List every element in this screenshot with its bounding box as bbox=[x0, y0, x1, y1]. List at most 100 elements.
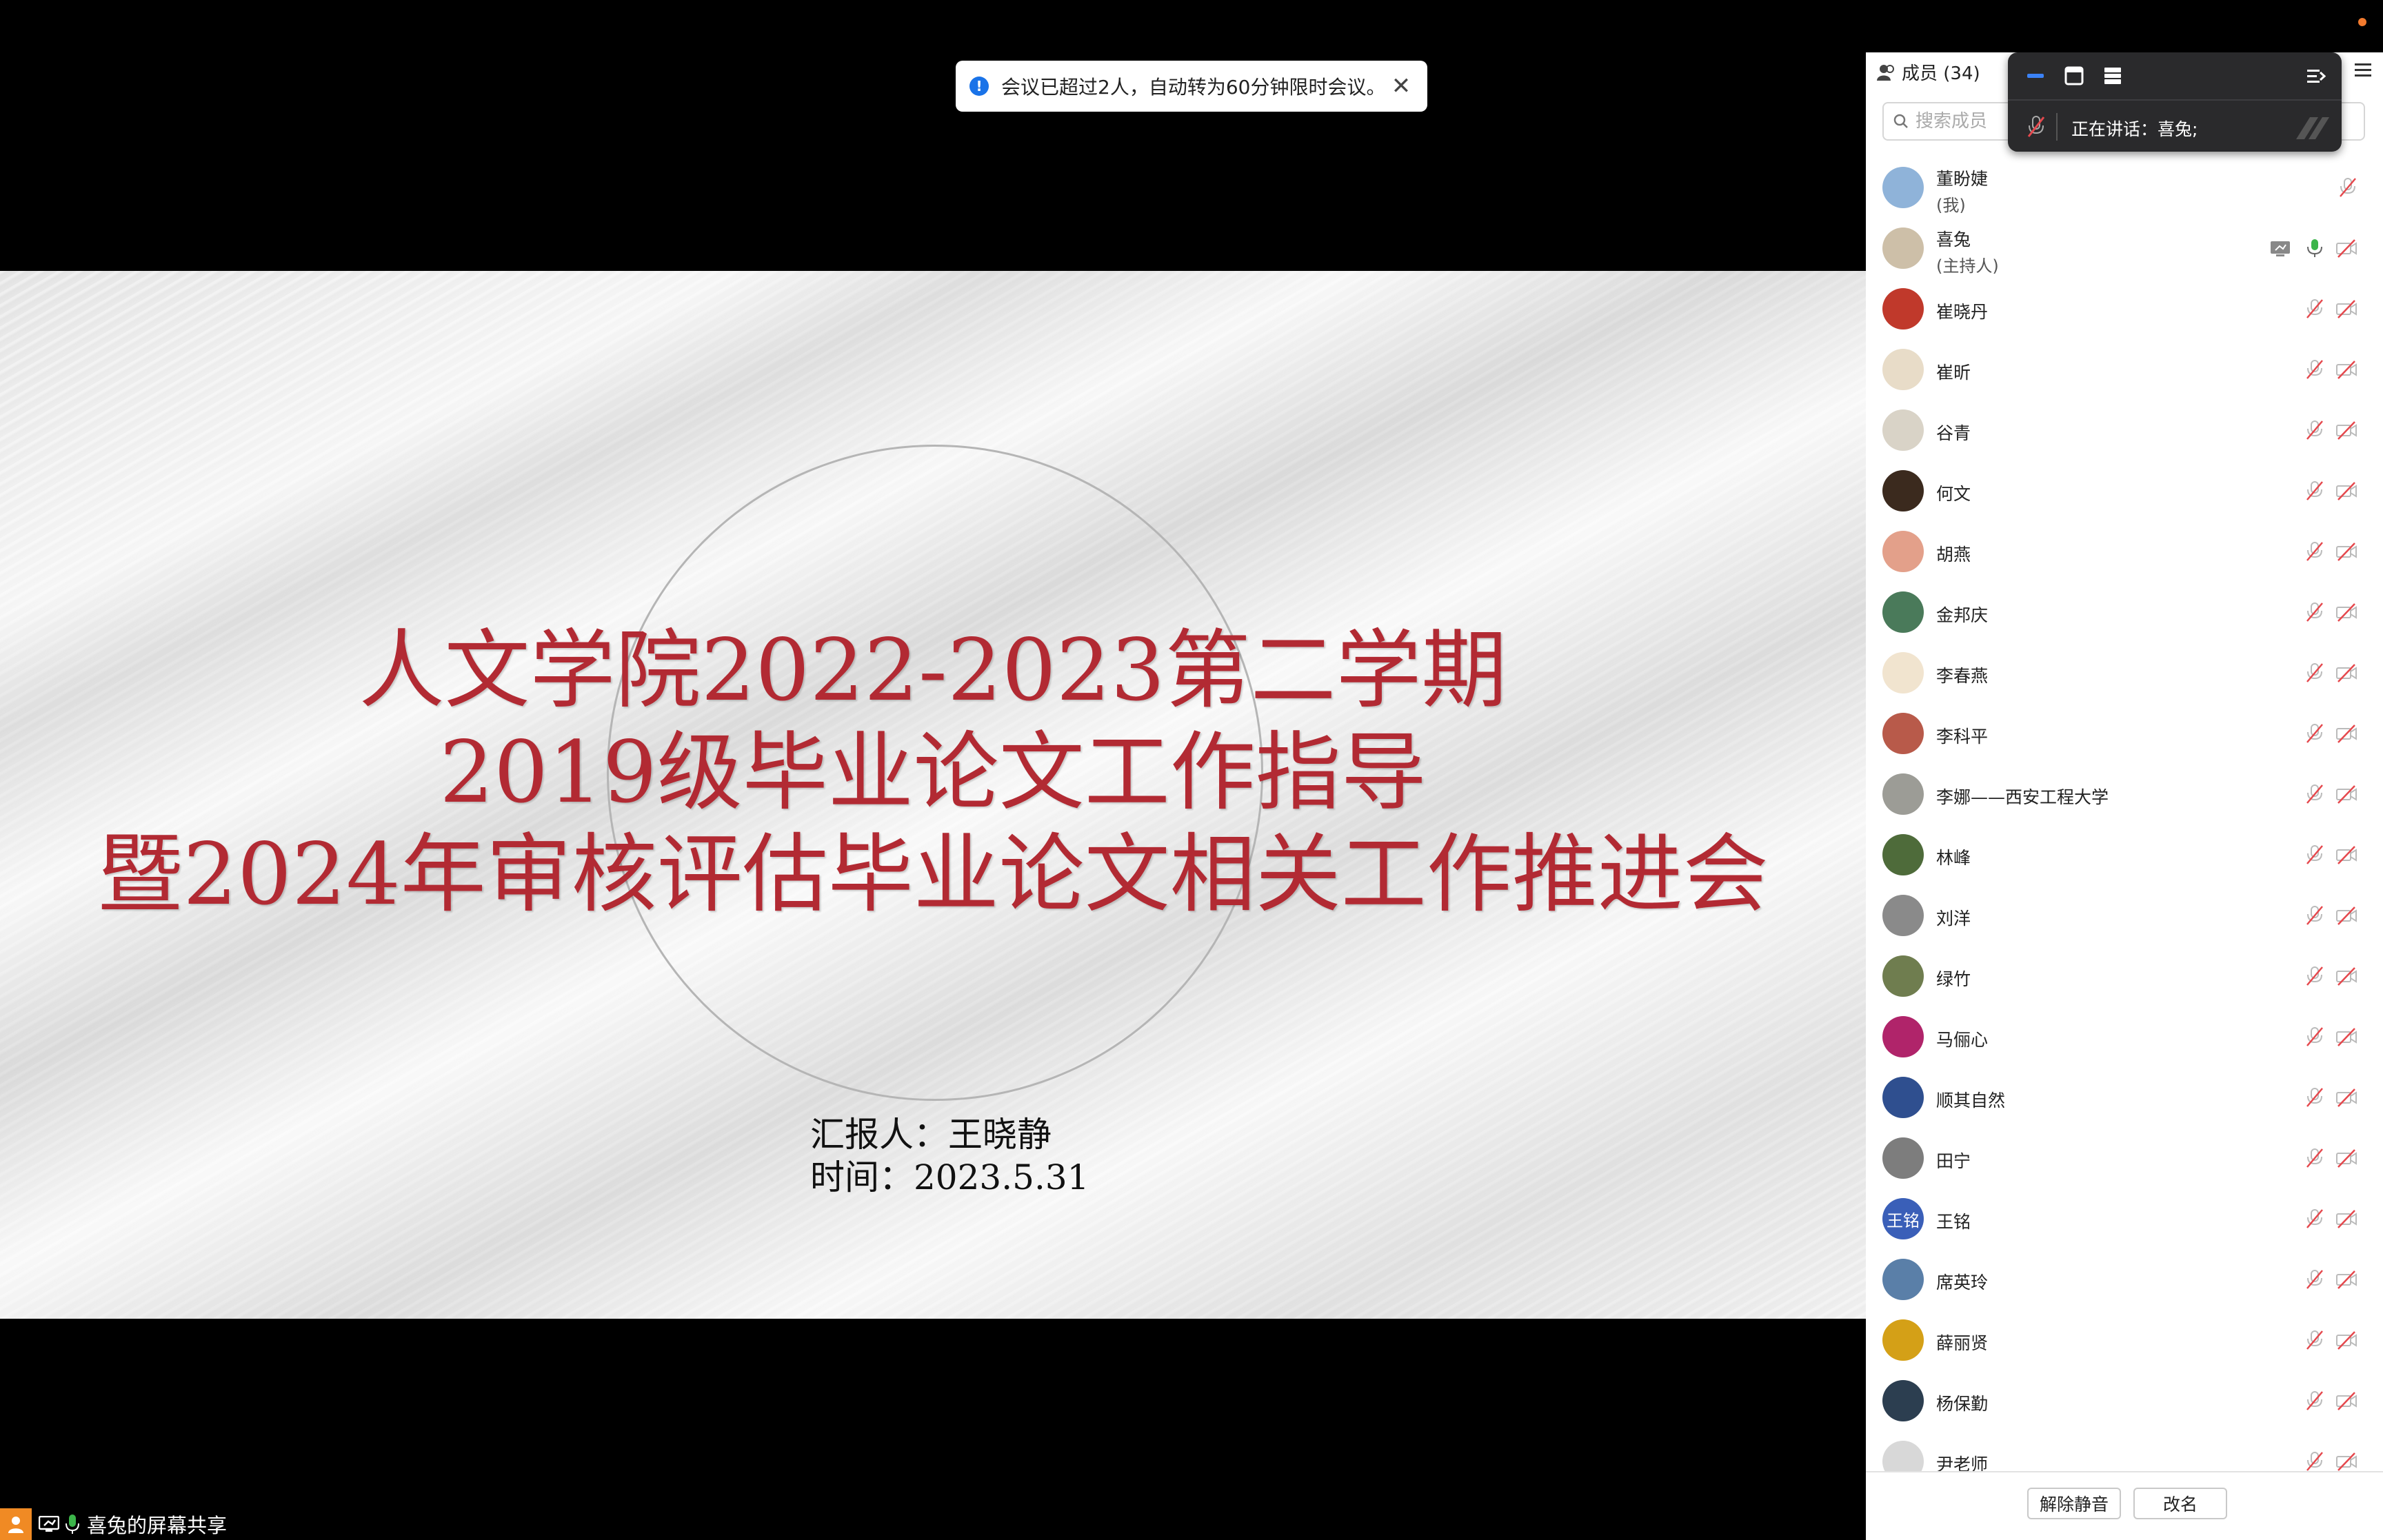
member-row[interactable]: 崔晓丹 bbox=[1866, 278, 2383, 339]
member-name: 董盼婕 bbox=[1936, 169, 1989, 189]
window-view-icon[interactable] bbox=[2060, 62, 2088, 90]
more-icon[interactable] bbox=[2291, 112, 2332, 142]
member-row[interactable]: 胡燕 bbox=[1866, 521, 2383, 582]
camera-off-icon[interactable] bbox=[2335, 722, 2358, 745]
camera-off-icon[interactable] bbox=[2335, 904, 2358, 927]
camera-off-icon[interactable] bbox=[2335, 964, 2358, 988]
mic-muted-icon[interactable] bbox=[2303, 1207, 2326, 1230]
collapse-panel-icon[interactable] bbox=[2302, 62, 2329, 90]
member-name: 金邦庆 bbox=[1936, 605, 1989, 625]
mic-muted-icon[interactable] bbox=[2303, 358, 2326, 381]
member-row[interactable]: 谷青 bbox=[1866, 400, 2383, 460]
mic-muted-icon[interactable] bbox=[2303, 1086, 2326, 1109]
close-icon[interactable]: ✕ bbox=[1389, 72, 1414, 100]
member-row[interactable]: 马俪心 bbox=[1866, 1006, 2383, 1067]
avatar bbox=[1882, 227, 1924, 269]
mic-muted-icon[interactable] bbox=[2303, 297, 2326, 321]
member-row[interactable]: 林峰 bbox=[1866, 824, 2383, 885]
member-row[interactable]: 薛丽贤 bbox=[1866, 1310, 2383, 1370]
mic-muted-icon[interactable] bbox=[2303, 1146, 2326, 1170]
slide-reporter: 汇报人：王晓静 bbox=[810, 1115, 1052, 1155]
mic-active-icon[interactable] bbox=[2303, 236, 2326, 260]
mic-muted-icon[interactable] bbox=[2336, 176, 2360, 199]
camera-off-icon[interactable] bbox=[2335, 540, 2358, 563]
member-row[interactable]: 崔昕 bbox=[1866, 339, 2383, 400]
tab-members[interactable]: 成员 (34) bbox=[1877, 59, 1980, 85]
mic-muted-icon[interactable] bbox=[2303, 1450, 2326, 1471]
camera-off-icon[interactable] bbox=[2335, 479, 2358, 503]
mic-active-icon bbox=[65, 1514, 80, 1534]
mic-muted-icon[interactable] bbox=[2303, 1328, 2326, 1352]
member-row[interactable]: 李春燕 bbox=[1866, 642, 2383, 703]
minimize-icon[interactable] bbox=[2022, 62, 2049, 90]
camera-off-icon[interactable] bbox=[2335, 600, 2358, 624]
mic-muted-icon[interactable] bbox=[2303, 479, 2326, 503]
mic-muted-icon[interactable] bbox=[2303, 540, 2326, 563]
member-name: 王铭 bbox=[1936, 1212, 1971, 1232]
member-row[interactable]: 顺其自然 bbox=[1866, 1067, 2383, 1128]
member-row[interactable]: 田宁 bbox=[1866, 1128, 2383, 1188]
member-row[interactable]: 王铭 王铭 bbox=[1866, 1188, 2383, 1249]
camera-off-icon[interactable] bbox=[2335, 1086, 2358, 1109]
rename-button[interactable]: 改名 bbox=[2133, 1488, 2227, 1519]
mic-muted-icon[interactable] bbox=[2303, 904, 2326, 927]
mic-muted-icon[interactable] bbox=[2303, 418, 2326, 442]
status-dot bbox=[2358, 18, 2366, 26]
member-row[interactable]: 尹老师 bbox=[1866, 1431, 2383, 1471]
mic-muted-icon[interactable] bbox=[2303, 1389, 2326, 1412]
member-row[interactable]: 喜兔 (主持人) bbox=[1866, 218, 2383, 278]
member-name: 马俪心 bbox=[1936, 1030, 1989, 1050]
mic-muted-icon[interactable] bbox=[2303, 722, 2326, 745]
camera-off-icon[interactable] bbox=[2335, 843, 2358, 867]
mic-muted-icon[interactable] bbox=[2303, 1025, 2326, 1048]
member-row[interactable]: 李科平 bbox=[1866, 703, 2383, 764]
avatar bbox=[1882, 1259, 1924, 1300]
mic-muted-icon[interactable] bbox=[2303, 964, 2326, 988]
camera-off-icon[interactable] bbox=[2335, 1207, 2358, 1230]
member-name: 崔晓丹 bbox=[1936, 302, 1989, 322]
member-row[interactable]: 席英玲 bbox=[1866, 1249, 2383, 1310]
camera-off-icon[interactable] bbox=[2335, 358, 2358, 381]
camera-off-icon[interactable] bbox=[2335, 1328, 2358, 1352]
unmute-all-button[interactable]: 解除静音 bbox=[2027, 1488, 2121, 1519]
member-name: 李科平 bbox=[1936, 727, 1989, 747]
member-row[interactable]: 绿竹 bbox=[1866, 946, 2383, 1006]
member-row[interactable]: 杨保勤 bbox=[1866, 1370, 2383, 1431]
member-row[interactable]: 金邦庆 bbox=[1866, 582, 2383, 642]
floating-control-panel: 正在讲话：喜兔; bbox=[2008, 52, 2342, 152]
camera-off-icon[interactable] bbox=[2335, 1146, 2358, 1170]
menu-icon[interactable] bbox=[2353, 61, 2373, 80]
share-status-text: 喜兔的屏幕共享 bbox=[87, 1514, 228, 1537]
avatar bbox=[1882, 1319, 1924, 1361]
mic-muted-icon[interactable] bbox=[2303, 1268, 2326, 1291]
avatar bbox=[1882, 955, 1924, 997]
member-name: 席英玲 bbox=[1936, 1273, 1989, 1293]
avatar bbox=[1882, 773, 1924, 815]
member-row[interactable]: 何文 bbox=[1866, 460, 2383, 521]
member-row[interactable]: 董盼婕 (我) bbox=[1866, 157, 2383, 218]
avatar bbox=[1882, 1016, 1924, 1057]
camera-off-icon[interactable] bbox=[2335, 297, 2358, 321]
mic-muted-icon[interactable] bbox=[2303, 600, 2326, 624]
mic-muted-icon[interactable] bbox=[2303, 782, 2326, 806]
panel-divider bbox=[2008, 99, 2342, 101]
camera-off-icon[interactable] bbox=[2335, 1450, 2358, 1471]
camera-off-icon[interactable] bbox=[2335, 782, 2358, 806]
mic-muted-icon[interactable] bbox=[2303, 661, 2326, 685]
list-view-icon[interactable] bbox=[2099, 62, 2126, 90]
member-row[interactable]: 李娜——西安工程大学 bbox=[1866, 764, 2383, 824]
camera-off-icon[interactable] bbox=[2335, 1268, 2358, 1291]
camera-off-icon[interactable] bbox=[2335, 1025, 2358, 1048]
mic-muted-icon[interactable] bbox=[2303, 843, 2326, 867]
avatar: 王铭 bbox=[1882, 1198, 1924, 1239]
member-row[interactable]: 刘洋 bbox=[1866, 885, 2383, 946]
mic-muted-icon[interactable] bbox=[2026, 114, 2047, 139]
camera-off-icon[interactable] bbox=[2335, 1389, 2358, 1412]
screen-share-icon bbox=[39, 1516, 59, 1532]
camera-off-icon[interactable] bbox=[2335, 661, 2358, 685]
member-name: 薛丽贤 bbox=[1936, 1333, 1989, 1353]
camera-off-icon[interactable] bbox=[2335, 236, 2358, 260]
avatar bbox=[1882, 288, 1924, 330]
camera-off-icon[interactable] bbox=[2335, 418, 2358, 442]
user-icon[interactable] bbox=[0, 1508, 32, 1540]
